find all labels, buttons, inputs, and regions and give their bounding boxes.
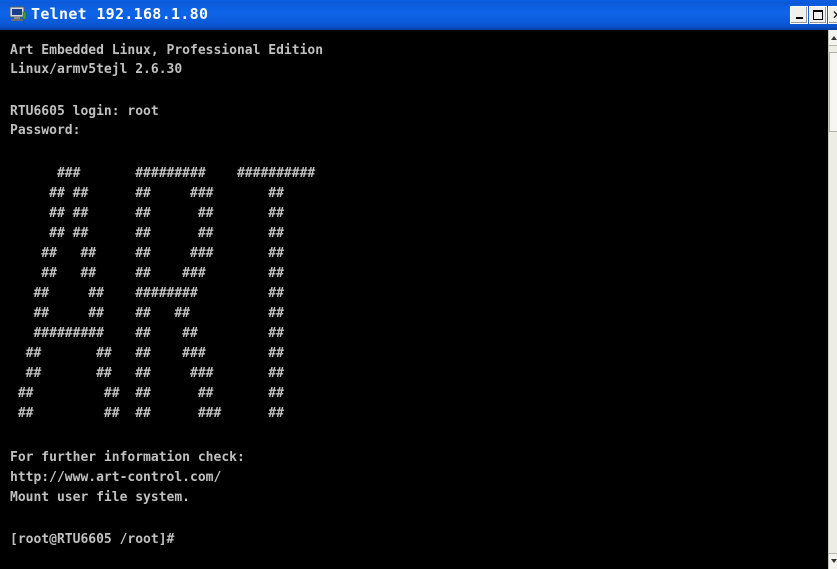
maximize-icon bbox=[813, 10, 823, 20]
console-line: ## ## ######## ## bbox=[10, 286, 284, 301]
terminal-console[interactable]: Art Embedded Linux, Professional Edition… bbox=[4, 30, 828, 569]
console-line: ## ## ## ### ## bbox=[10, 406, 284, 421]
console-line: Art Embedded Linux, Professional Edition bbox=[10, 43, 324, 58]
console-line: ## ## ## ## ## bbox=[10, 226, 284, 241]
console-line: Mount user file system. bbox=[10, 490, 191, 505]
console-line: [root@RTU6605 /root]# bbox=[10, 532, 175, 547]
console-line: ## ## ## ### ## bbox=[10, 366, 284, 381]
minimize-icon bbox=[796, 17, 803, 19]
console-line: ## ## ## ### ## bbox=[10, 346, 284, 361]
console-line: ### ######### ########## bbox=[10, 166, 316, 181]
console-line: ## ## ## ### ## bbox=[10, 186, 284, 201]
console-line: RTU6605 login: root bbox=[10, 104, 159, 119]
title-bar[interactable]: Telnet 192.168.1.80 ✕ bbox=[0, 0, 837, 30]
scroll-up-button[interactable] bbox=[829, 30, 837, 46]
console-line: ## ## ## ## ## bbox=[10, 306, 284, 321]
window-title: Telnet 192.168.1.80 bbox=[31, 5, 209, 23]
console-line: http://www.art-control.com/ bbox=[10, 470, 222, 485]
console-line: For further information check: bbox=[10, 450, 245, 465]
console-line: ## ## ## ### ## bbox=[10, 266, 284, 281]
scroll-thumb[interactable] bbox=[829, 52, 837, 132]
minimize-button[interactable] bbox=[790, 6, 808, 24]
close-icon: ✕ bbox=[832, 7, 837, 23]
console-line: ## ## ## ## ## bbox=[10, 206, 284, 221]
telnet-window: Telnet 192.168.1.80 ✕ Art Embedded Linux… bbox=[0, 0, 837, 569]
arrow-down-icon bbox=[831, 559, 837, 563]
telnet-terminal-icon[interactable] bbox=[9, 6, 27, 22]
console-line: ######### ## ## ## bbox=[10, 326, 284, 341]
console-line: Linux/armv5tejl 2.6.30 bbox=[10, 62, 183, 77]
arrow-up-icon bbox=[831, 36, 837, 40]
console-line: ## ## ## ## ## bbox=[10, 386, 284, 401]
console-line: Password: bbox=[10, 123, 81, 138]
close-button[interactable]: ✕ bbox=[828, 6, 837, 24]
console-line: ## ## ## ### ## bbox=[10, 246, 284, 261]
maximize-button[interactable] bbox=[809, 6, 827, 24]
vertical-scrollbar[interactable] bbox=[828, 30, 837, 569]
scroll-down-button[interactable] bbox=[829, 553, 837, 569]
